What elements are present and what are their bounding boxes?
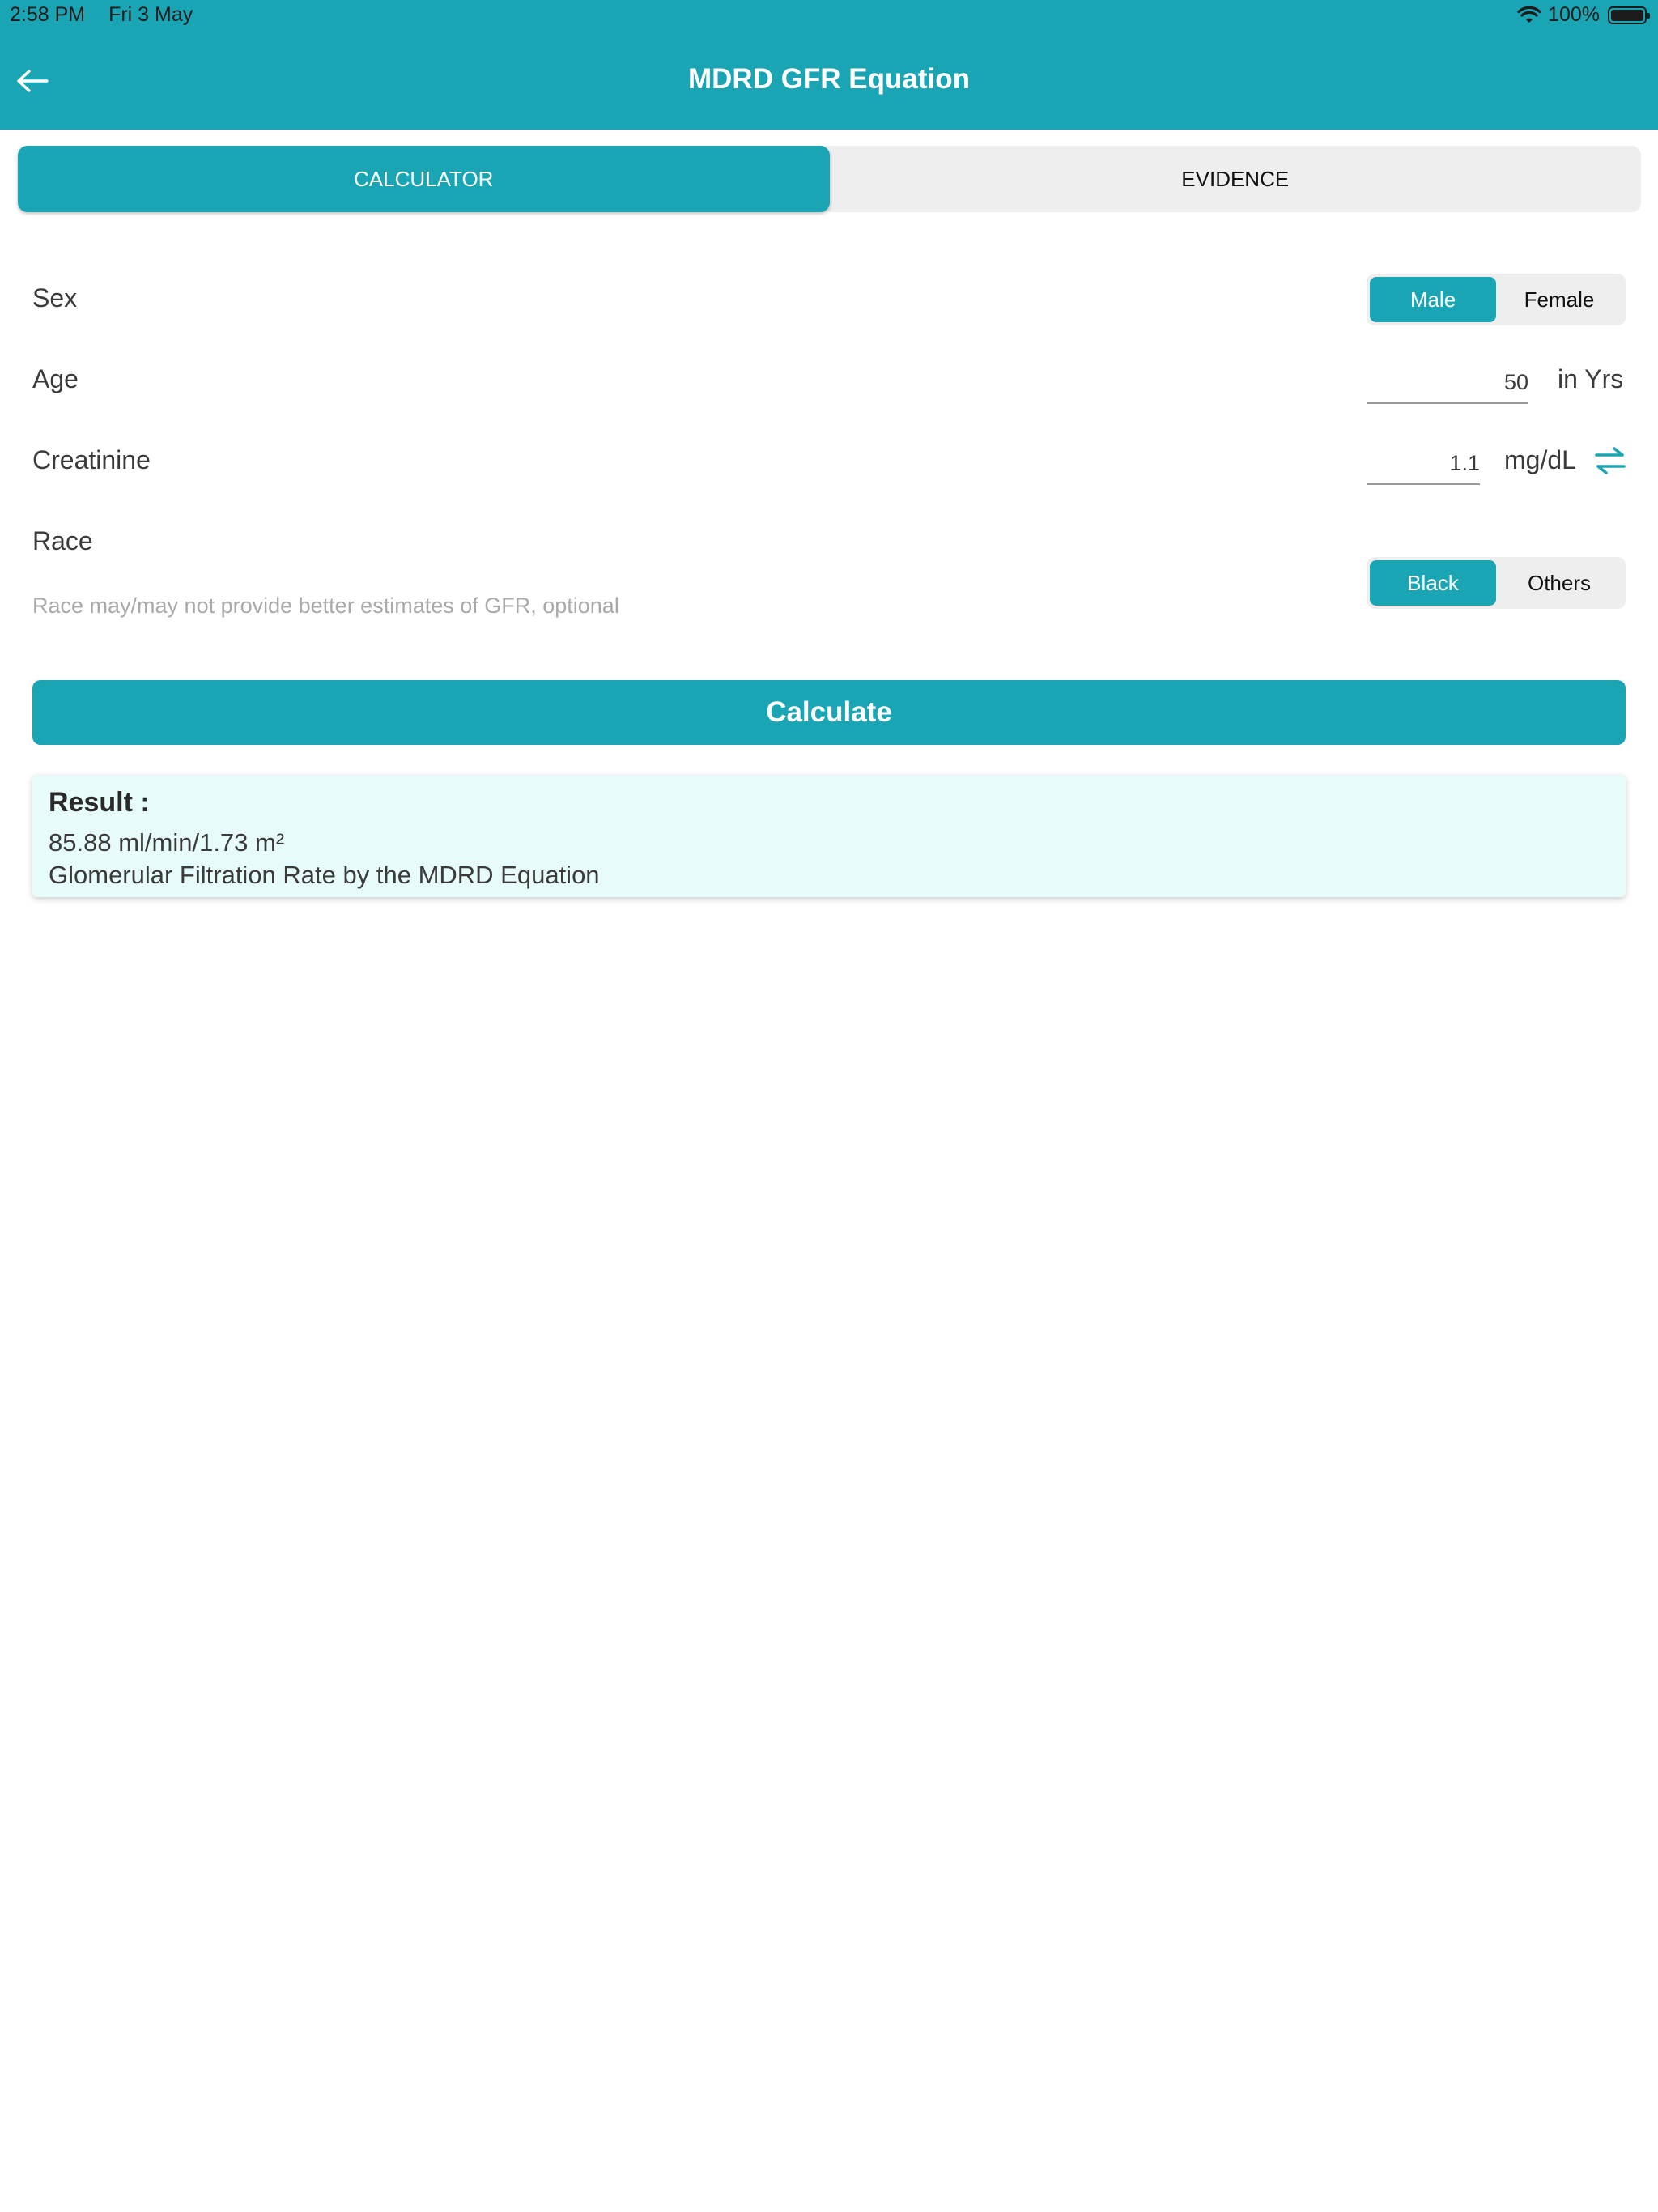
swap-units-icon[interactable]: [1593, 444, 1627, 478]
battery-icon: [1608, 6, 1650, 24]
age-unit: in Yrs: [1558, 364, 1624, 393]
page-title: MDRD GFR Equation: [687, 63, 971, 95]
sex-option-female[interactable]: Female: [1496, 277, 1622, 322]
sex-toggle: Male Female: [1367, 274, 1626, 325]
age-label: Age: [32, 364, 79, 393]
battery-percent: 100%: [1548, 3, 1600, 26]
creatinine-unit: mg/dL: [1504, 445, 1576, 474]
status-time: 2:58 PM: [10, 3, 86, 26]
result-value: 85.88 ml/min/1.73 m²: [49, 828, 285, 857]
creatinine-label: Creatinine: [32, 445, 151, 474]
result-title: Result :: [49, 787, 150, 818]
tab-bar: CALCULATOR EVIDENCE: [18, 146, 1641, 212]
tab-evidence[interactable]: EVIDENCE: [830, 146, 1642, 212]
sex-label: Sex: [32, 283, 78, 313]
tab-calculator[interactable]: CALCULATOR: [18, 146, 830, 212]
race-label: Race: [32, 526, 93, 555]
race-option-others[interactable]: Others: [1496, 560, 1622, 606]
status-bar-right: 100%: [1517, 3, 1650, 27]
sex-option-male[interactable]: Male: [1370, 277, 1496, 322]
result-card: Result : 85.88 ml/min/1.73 m² Glomerular…: [32, 776, 1626, 897]
race-toggle: Black Others: [1367, 557, 1626, 609]
calculate-button[interactable]: Calculate: [32, 680, 1626, 745]
app-header: 2:58 PM Fri 3 May 100% MDRD GFR Equation: [0, 0, 1658, 130]
status-date: Fri 3 May: [108, 3, 193, 26]
race-hint: Race may/may not provide better estimate…: [32, 593, 619, 618]
wifi-icon: [1517, 6, 1541, 23]
result-description: Glomerular Filtration Rate by the MDRD E…: [49, 861, 600, 889]
creatinine-input[interactable]: 1.1: [1367, 443, 1480, 485]
status-bar-left: 2:58 PM Fri 3 May: [10, 3, 210, 27]
age-input[interactable]: 50: [1367, 362, 1528, 404]
race-option-black[interactable]: Black: [1370, 560, 1496, 606]
